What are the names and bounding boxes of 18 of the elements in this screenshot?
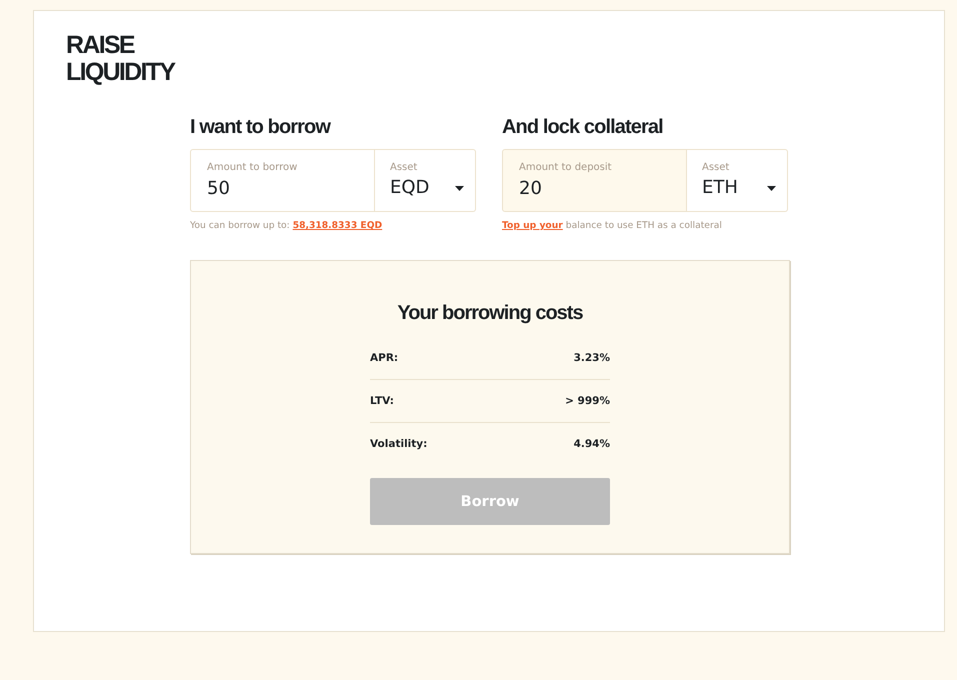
cost-value: > 999% (565, 395, 610, 407)
page-title: RAISE LIQUIDITY (66, 32, 174, 86)
cost-label: APR: (370, 352, 398, 364)
section-heading: I want to borrow (190, 115, 332, 139)
deposit-amount-field[interactable]: Amount to deposit 20 (502, 149, 687, 212)
cost-label: LTV: (370, 395, 394, 407)
asset-select[interactable]: Asset EQD (375, 149, 476, 212)
cost-value: 3.23% (574, 352, 610, 364)
cost-value: 4.94% (574, 438, 610, 450)
cost-label: Volatility: (370, 438, 428, 450)
top-up-hint: Top up your balance to use ETH as a collateral (502, 219, 723, 232)
costs-title: Your borrowing costs (397, 301, 583, 325)
caret-icon (767, 186, 776, 190)
borrow-limit-hint: You can borrow up to: 58,318.8333 EQD (190, 219, 384, 232)
borrow-amount-field[interactable]: Amount to borrow 50 (190, 149, 375, 212)
section-heading: And lock collateral (502, 115, 664, 139)
asset-select[interactable]: Asset ETH (687, 149, 788, 212)
caret-icon (455, 186, 464, 190)
